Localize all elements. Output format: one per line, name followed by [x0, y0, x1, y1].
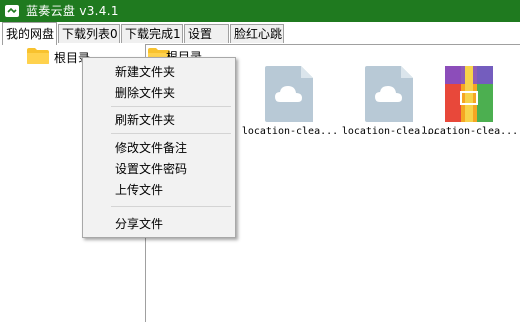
- window-title: 蓝奏云盘 v3.4.1: [26, 4, 119, 18]
- cloud-file-icon: [365, 66, 413, 122]
- app-logo-icon: [5, 5, 19, 17]
- tab-download-list[interactable]: 下载列表0: [58, 24, 120, 43]
- tab-settings[interactable]: 设置: [184, 24, 229, 43]
- file-name: location-clea...: [241, 126, 339, 137]
- menu-separator: [111, 206, 231, 207]
- archive-file-icon: [445, 66, 493, 122]
- tab-bar: 我的网盘 下载列表0 下载完成1 设置 脸红心跳: [0, 22, 520, 45]
- title-bar: 蓝奏云盘 v3.4.1: [0, 0, 520, 22]
- menu-item-refresh-folder[interactable]: 刷新文件夹: [115, 113, 175, 127]
- tab-my-drive[interactable]: 我的网盘: [2, 22, 57, 45]
- menu-item-set-password[interactable]: 设置文件密码: [115, 162, 187, 176]
- cloud-file-icon: [265, 66, 313, 122]
- menu-item-upload-file[interactable]: 上传文件: [115, 183, 163, 197]
- folder-icon: [27, 48, 49, 64]
- menu-separator: [111, 106, 231, 107]
- menu-item-delete-folder[interactable]: 删除文件夹: [115, 86, 175, 100]
- menu-item-new-folder[interactable]: 新建文件夹: [115, 65, 175, 79]
- menu-item-share-file[interactable]: 分享文件: [115, 217, 163, 231]
- file-item[interactable]: location-clea...: [240, 66, 340, 156]
- context-menu: 新建文件夹 删除文件夹 刷新文件夹 修改文件备注 设置文件密码 上传文件 分享文…: [82, 57, 236, 238]
- tab-heartbeat[interactable]: 脸红心跳: [230, 24, 284, 43]
- menu-item-edit-note[interactable]: 修改文件备注: [115, 141, 187, 155]
- file-item[interactable]: location-clea...: [420, 66, 520, 156]
- file-name: location-clea...: [421, 126, 519, 137]
- menu-separator: [111, 133, 231, 134]
- tab-download-complete[interactable]: 下载完成1: [121, 24, 183, 43]
